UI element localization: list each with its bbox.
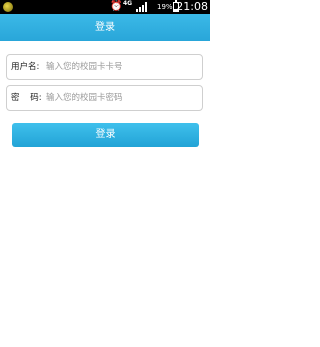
username-field[interactable]: 用户名:: [6, 54, 203, 80]
login-button[interactable]: 登录: [12, 123, 199, 147]
app-notification-icon: [3, 2, 13, 12]
alarm-clock-icon: ⏰: [110, 1, 123, 12]
username-input[interactable]: [46, 56, 196, 78]
network-type-label: 4G: [123, 0, 133, 7]
battery-percentage: 19%: [157, 3, 173, 11]
password-field[interactable]: 密 码:: [6, 85, 203, 111]
username-label: 用户名:: [11, 62, 40, 72]
page-title: 登录: [0, 14, 210, 41]
password-input[interactable]: [46, 87, 196, 109]
password-label: 密 码:: [11, 93, 42, 103]
status-bar: ⏰ 4G 19% 21:08: [0, 0, 210, 14]
status-time: 21:08: [176, 0, 208, 13]
signal-bars-icon: [136, 2, 149, 12]
